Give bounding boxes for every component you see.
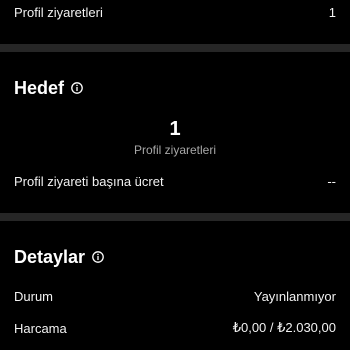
goal-metric-label: Profil ziyaretleri [133, 143, 217, 157]
spend-label: Harcama [14, 320, 67, 336]
profile-visits-label: Profil ziyaretleri [14, 4, 103, 20]
status-value: Yayınlanmıyor [253, 288, 336, 304]
ad-insights-panel: Profil ziyaretleri 1 Hedef 1 Profil ziya… [0, 0, 350, 350]
cost-per-visit-label: Profil ziyareti başına ücret [14, 173, 164, 189]
section-divider [0, 213, 350, 221]
info-icon[interactable] [71, 82, 83, 94]
info-icon[interactable] [92, 251, 104, 263]
goal-title: Hedef [14, 77, 65, 98]
cost-per-visit-row: Profil ziyareti başına ücret -- [14, 172, 336, 190]
section-divider [0, 44, 350, 52]
profile-visits-row: Profil ziyaretleri 1 [14, 3, 336, 21]
goal-metric-value: 1 [169, 118, 181, 140]
cost-per-visit-value: -- [327, 173, 336, 189]
spend-value: ₺0,00 / ₺2.030,00 [232, 320, 336, 335]
profile-visits-value: 1 [328, 4, 336, 20]
details-section-header: Detaylar [14, 246, 104, 268]
status-row: Durum Yayınlanmıyor [14, 287, 336, 305]
spend-row: Harcama ₺0,00 / ₺2.030,00 [14, 319, 336, 337]
status-label: Durum [14, 288, 54, 304]
details-title: Detaylar [14, 246, 86, 267]
goal-section-header: Hedef [14, 77, 83, 99]
